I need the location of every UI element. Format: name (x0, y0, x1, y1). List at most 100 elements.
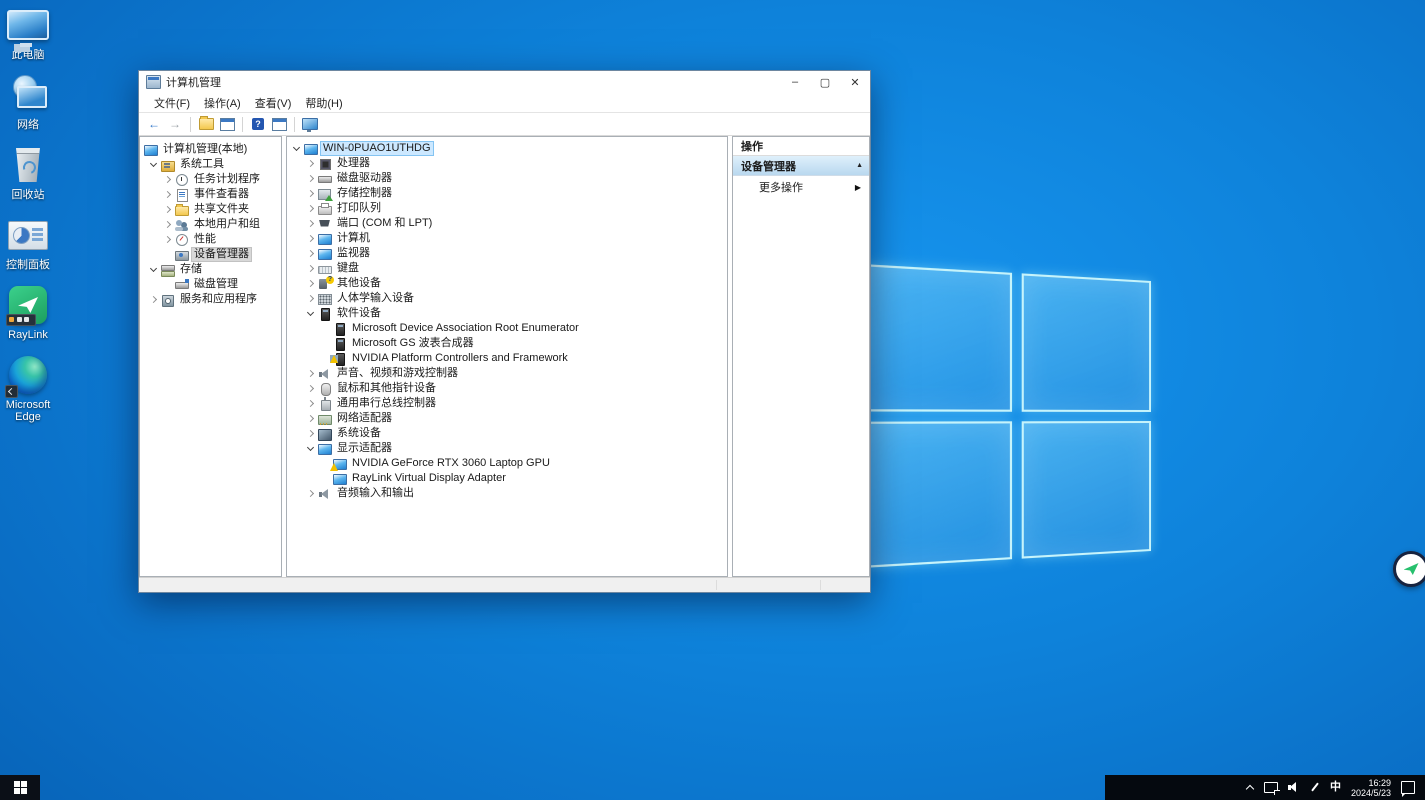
tree-row-storage-controllers[interactable]: 存储控制器 (287, 186, 727, 201)
chevron-right-icon[interactable] (162, 203, 175, 216)
start-button[interactable] (14, 781, 27, 794)
tree-row-monitors[interactable]: 监视器 (287, 246, 727, 261)
tree-row-disk-drives[interactable]: 磁盘驱动器 (287, 171, 727, 186)
chevron-down-icon[interactable] (291, 142, 304, 155)
chevron-right-icon[interactable] (305, 397, 318, 410)
taskbar-clock[interactable]: 16:29 2024/5/23 (1351, 778, 1391, 798)
tree-row-device[interactable]: Microsoft Device Association Root Enumer… (287, 321, 727, 336)
tree-row-device-manager[interactable]: 设备管理器 (140, 247, 281, 262)
more-actions-item[interactable]: 更多操作▶ (733, 176, 869, 198)
chevron-right-icon[interactable] (162, 218, 175, 231)
chevron-right-icon[interactable] (305, 217, 318, 230)
display-button[interactable] (301, 116, 319, 133)
desktop-icon-label: 此电脑 (12, 49, 45, 61)
hidden-icons-chevron[interactable] (1245, 783, 1254, 792)
chevron-right-icon[interactable] (305, 412, 318, 425)
desktop-icon-recycle-bin[interactable]: 回收站 (0, 144, 56, 201)
chevron-right-icon[interactable] (305, 382, 318, 395)
desktop-icon-control-panel[interactable]: 控制面板 (0, 214, 56, 271)
tree-row-audio-io[interactable]: 音频输入和输出 (287, 486, 727, 501)
tree-row-mice[interactable]: 鼠标和其他指针设备 (287, 381, 727, 396)
maximize-button[interactable]: ▢ (810, 71, 840, 93)
raylink-floating-button[interactable] (1393, 551, 1425, 587)
chevron-right-icon[interactable] (305, 172, 318, 185)
back-button[interactable]: ← (145, 116, 163, 133)
action-center-icon[interactable] (1401, 781, 1415, 794)
tree-row-computer-category[interactable]: 计算机 (287, 231, 727, 246)
chevron-right-icon[interactable] (148, 293, 161, 306)
tree-row-print-queues[interactable]: 打印队列 (287, 201, 727, 216)
chevron-right-icon[interactable] (305, 247, 318, 260)
chevron-right-icon[interactable] (305, 292, 318, 305)
tree-row-device[interactable]: NVIDIA Platform Controllers and Framewor… (287, 351, 727, 366)
help-button[interactable]: ? (249, 116, 267, 133)
tree-row-system-tools[interactable]: 系统工具 (140, 157, 281, 172)
chevron-right-icon[interactable] (305, 277, 318, 290)
tree-row-local-users-groups[interactable]: 本地用户和组 (140, 217, 281, 232)
tree-row-computer-root[interactable]: WIN-0PUAO1UTHDG (287, 141, 727, 156)
tray-pen-icon[interactable] (1309, 782, 1320, 793)
chevron-down-icon[interactable] (148, 158, 161, 171)
tree-row-ports[interactable]: 端口 (COM 和 LPT) (287, 216, 727, 231)
close-button[interactable]: ✕ (840, 71, 870, 93)
chevron-right-icon[interactable] (305, 187, 318, 200)
desktop-icon-network[interactable]: 网络 (0, 74, 56, 131)
chevron-right-icon[interactable] (305, 262, 318, 275)
tree-row-hid[interactable]: 人体学输入设备 (287, 291, 727, 306)
minimize-button[interactable]: – (780, 71, 810, 93)
properties-button[interactable] (270, 116, 288, 133)
tree-row-storage[interactable]: 存储 (140, 262, 281, 277)
tree-row-task-scheduler[interactable]: 任务计划程序 (140, 172, 281, 187)
tree-row-system-devices[interactable]: 系统设备 (287, 426, 727, 441)
expander-placeholder (162, 248, 175, 261)
title-bar[interactable]: 计算机管理 – ▢ ✕ (139, 71, 870, 93)
tree-row-shared-folders[interactable]: 共享文件夹 (140, 202, 281, 217)
tree-row-display-adapters[interactable]: 显示适配器 (287, 441, 727, 456)
up-level-button[interactable] (197, 116, 215, 133)
tree-row-device[interactable]: Microsoft GS 波表合成器 (287, 336, 727, 351)
tree-row-device[interactable]: RayLink Virtual Display Adapter (287, 471, 727, 486)
ime-indicator[interactable]: 中 (1330, 782, 1341, 793)
chevron-right-icon[interactable] (162, 233, 175, 246)
tree-row-processors[interactable]: 处理器 (287, 156, 727, 171)
chevron-down-icon[interactable] (305, 442, 318, 455)
chevron-right-icon[interactable] (305, 232, 318, 245)
tree-row-usb-controllers[interactable]: 通用串行总线控制器 (287, 396, 727, 411)
desktop-icon-edge[interactable]: Microsoft Edge (0, 354, 56, 423)
chevron-right-icon[interactable] (305, 367, 318, 380)
collapse-arrow-icon[interactable]: ▲ (856, 162, 863, 169)
chevron-right-icon[interactable] (305, 487, 318, 500)
clock-date: 2024/5/23 (1351, 788, 1391, 798)
tree-row-sound-controllers[interactable]: 声音、视频和游戏控制器 (287, 366, 727, 381)
tray-volume-icon[interactable] (1288, 782, 1299, 793)
show-console-tree-button[interactable] (218, 116, 236, 133)
tree-row-other-devices[interactable]: 其他设备 (287, 276, 727, 291)
actions-group-device-manager[interactable]: 设备管理器▲ (733, 156, 869, 176)
tree-row-network-adapters[interactable]: 网络适配器 (287, 411, 727, 426)
chevron-down-icon[interactable] (305, 307, 318, 320)
tree-row-computer-management[interactable]: 计算机管理(本地) (140, 142, 281, 157)
chevron-right-icon[interactable] (162, 188, 175, 201)
tree-row-performance[interactable]: 性能 (140, 232, 281, 247)
desktop-icon-this-pc[interactable]: 此电脑 (0, 4, 56, 61)
tree-row-keyboards[interactable]: 键盘 (287, 261, 727, 276)
menu-view[interactable]: 查看(V) (248, 93, 299, 113)
tree-row-device[interactable]: NVIDIA GeForce RTX 3060 Laptop GPU (287, 456, 727, 471)
chevron-right-icon[interactable] (305, 157, 318, 170)
forward-button[interactable]: → (166, 116, 184, 133)
menu-action[interactable]: 操作(A) (197, 93, 248, 113)
tree-row-software-devices[interactable]: 软件设备 (287, 306, 727, 321)
desktop-icons: 此电脑 网络 回收站 控制面板 RayLink Microsoft Edge (0, 4, 56, 423)
tree-row-services-applications[interactable]: 服务和应用程序 (140, 292, 281, 307)
chevron-right-icon[interactable] (162, 173, 175, 186)
tree-row-event-viewer[interactable]: 事件查看器 (140, 187, 281, 202)
console-window-icon (220, 118, 235, 131)
chevron-right-icon[interactable] (305, 202, 318, 215)
chevron-right-icon[interactable] (305, 427, 318, 440)
menu-file[interactable]: 文件(F) (147, 93, 197, 113)
chevron-down-icon[interactable] (148, 263, 161, 276)
tree-row-disk-management[interactable]: 磁盘管理 (140, 277, 281, 292)
tray-network-icon[interactable] (1264, 782, 1278, 793)
desktop-icon-raylink[interactable]: RayLink (0, 284, 56, 341)
menu-help[interactable]: 帮助(H) (298, 93, 349, 113)
